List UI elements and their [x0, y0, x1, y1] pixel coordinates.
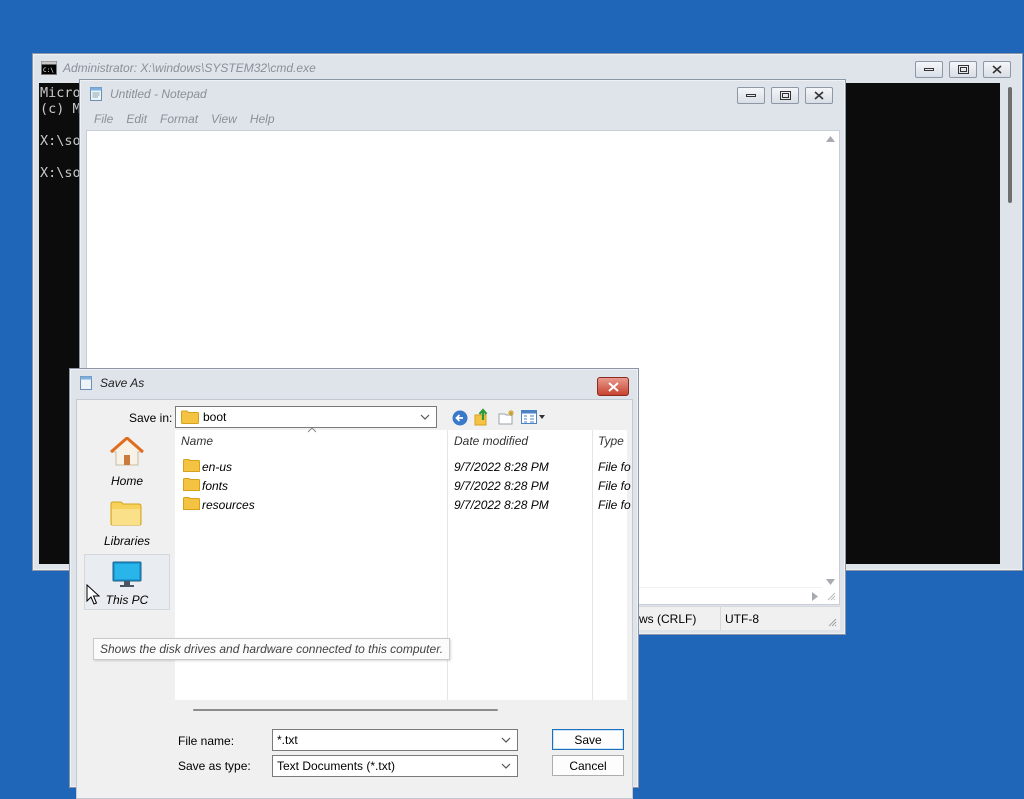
resize-grip-icon[interactable] [826, 591, 836, 601]
save-as-type-value: Text Documents (*.txt) [277, 759, 396, 773]
folder-icon [183, 478, 200, 491]
close-icon [992, 65, 1002, 74]
file-name: en-us [202, 460, 233, 474]
save-in-label: Save in: [129, 411, 173, 425]
menu-edit[interactable]: Edit [126, 112, 147, 126]
cmd-icon: C:\ [41, 61, 57, 75]
up-one-level-icon[interactable] [474, 408, 490, 426]
this-pc-tooltip: Shows the disk drives and hardware conne… [93, 638, 451, 660]
chevron-down-icon[interactable] [501, 735, 511, 745]
file-row-fonts[interactable]: fonts 9/7/2022 8:28 PM File fo [175, 476, 631, 495]
scroll-up-arrow-icon[interactable] [826, 136, 835, 142]
place-home[interactable]: Home [84, 434, 170, 490]
save-in-value: boot [203, 410, 227, 424]
save-as-titlebar[interactable]: Save As [70, 369, 638, 397]
file-list-horizontal-scrollbar[interactable] [193, 709, 498, 711]
file-type: File fo [598, 460, 631, 474]
restore-icon [957, 65, 969, 74]
file-row-en-us[interactable]: en-us 9/7/2022 8:28 PM File fo [175, 457, 631, 476]
save-in-dropdown[interactable]: boot [175, 406, 437, 428]
place-libraries[interactable]: Libraries [84, 494, 170, 550]
mouse-cursor-icon [86, 584, 100, 605]
column-header-name[interactable]: Name [181, 430, 213, 452]
file-row-resources[interactable]: resources 9/7/2022 8:28 PM File fo [175, 495, 631, 514]
status-divider [720, 607, 721, 631]
svg-text:C:\: C:\ [43, 67, 54, 74]
home-icon [110, 437, 144, 466]
cmd-scrollbar-thumb[interactable] [1008, 87, 1012, 203]
file-type: File fo [598, 479, 631, 493]
notepad-restore-button[interactable] [771, 87, 799, 104]
notepad-vertical-scrollbar[interactable] [822, 131, 839, 589]
libraries-icon [110, 501, 142, 526]
file-name-input[interactable]: *.txt [272, 729, 518, 751]
place-label: Libraries [103, 534, 151, 548]
view-menu-icon[interactable] [521, 410, 547, 424]
restore-icon [779, 91, 791, 100]
column-header-type[interactable]: Type [598, 430, 624, 452]
notepad-title: Untitled - Notepad [110, 87, 207, 101]
notepad-icon [80, 376, 92, 390]
save-as-dialog[interactable]: Save As Save in: boot Home Libraries Thi… [69, 368, 639, 799]
status-line-ending: ws (CRLF) [639, 612, 697, 626]
column-header-date-modified[interactable]: Date modified [454, 430, 528, 452]
save-as-type-label: Save as type: [178, 759, 251, 773]
cmd-title: Administrator: X:\windows\SYSTEM32\cmd.e… [63, 61, 316, 75]
chevron-down-icon [501, 763, 511, 769]
minimize-icon [746, 93, 756, 97]
folder-icon [183, 459, 200, 472]
folder-icon [183, 497, 200, 510]
scroll-down-arrow-icon[interactable] [826, 579, 835, 585]
back-icon[interactable] [452, 410, 468, 426]
cmd-minimize-button[interactable] [915, 61, 943, 78]
file-name-value: *.txt [277, 733, 298, 747]
notepad-icon [90, 87, 102, 101]
cmd-titlebar[interactable]: C:\ Administrator: X:\windows\SYSTEM32\c… [33, 54, 1022, 82]
close-icon [814, 91, 824, 100]
this-pc-icon [112, 561, 142, 587]
save-button[interactable]: Save [552, 729, 624, 750]
notepad-close-button[interactable] [805, 87, 833, 104]
menu-view[interactable]: View [211, 112, 237, 126]
save-as-body: Save in: boot Home Libraries This PC Nam… [76, 399, 633, 799]
file-date: 9/7/2022 8:28 PM [454, 479, 549, 493]
file-date: 9/7/2022 8:28 PM [454, 498, 549, 512]
status-encoding: UTF-8 [725, 612, 759, 626]
menu-help[interactable]: Help [250, 112, 275, 126]
notepad-titlebar[interactable]: Untitled - Notepad [80, 80, 845, 108]
cancel-button[interactable]: Cancel [552, 755, 624, 776]
resize-grip-icon[interactable] [827, 617, 837, 627]
cmd-restore-button[interactable] [949, 61, 977, 78]
save-as-close-button[interactable] [597, 377, 629, 396]
scroll-right-arrow-icon[interactable] [812, 592, 818, 601]
new-folder-icon[interactable] [498, 409, 515, 425]
file-date: 9/7/2022 8:28 PM [454, 460, 549, 474]
chevron-down-icon [420, 414, 430, 420]
minimize-icon [924, 67, 934, 71]
places-bar: Home Libraries This PC [84, 430, 175, 730]
file-type: File fo [598, 498, 631, 512]
menu-format[interactable]: Format [160, 112, 198, 126]
save-as-type-dropdown[interactable]: Text Documents (*.txt) [272, 755, 518, 777]
file-name: resources [202, 498, 255, 512]
place-label: Home [110, 474, 143, 488]
sort-ascending-icon [307, 427, 317, 433]
notepad-minimize-button[interactable] [737, 87, 765, 104]
save-as-title: Save As [100, 376, 145, 390]
file-name: fonts [202, 479, 229, 493]
menu-file[interactable]: File [94, 112, 113, 126]
close-icon [607, 381, 619, 392]
file-name-label: File name: [178, 734, 235, 748]
cmd-close-button[interactable] [983, 61, 1011, 78]
notepad-menubar: File Edit Format View Help [86, 109, 280, 129]
folder-icon [181, 410, 199, 424]
